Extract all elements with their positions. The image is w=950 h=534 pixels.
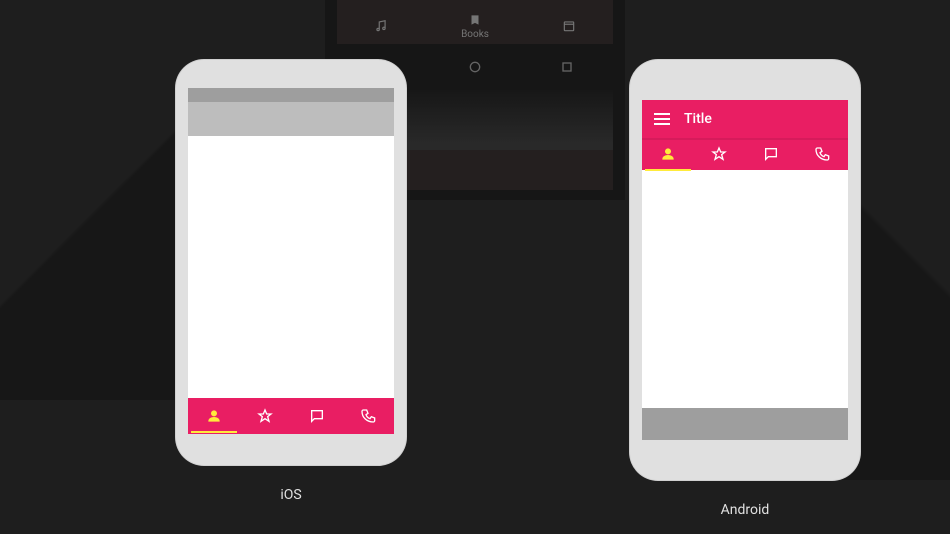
tab-message[interactable] — [762, 145, 780, 163]
tab-person[interactable] — [205, 407, 223, 425]
ios-status-bar — [188, 88, 394, 102]
ios-screen — [188, 88, 394, 429]
tab-phone[interactable] — [359, 407, 377, 425]
android-system-navbar — [642, 408, 848, 440]
tab-star[interactable] — [710, 145, 728, 163]
tab-person[interactable] — [659, 145, 677, 163]
ios-app-bar — [188, 102, 394, 136]
android-tab-bar — [642, 138, 848, 170]
background-tab-books-label: Books — [461, 29, 489, 40]
nav-home-icon — [466, 58, 484, 76]
background-tabbar: Books — [337, 8, 613, 44]
background-shape-left — [0, 120, 190, 400]
android-app-bar: Title — [642, 100, 848, 138]
android-device-label: Android — [721, 502, 770, 518]
android-screen: Title — [642, 100, 848, 440]
nav-recent-icon — [558, 58, 576, 76]
ios-bottom-tab-bar — [188, 398, 394, 434]
android-device-frame: Title Android — [630, 60, 860, 480]
tab-star[interactable] — [256, 407, 274, 425]
background-tab-calendar — [562, 19, 576, 33]
tab-phone[interactable] — [813, 145, 831, 163]
hamburger-menu-icon[interactable] — [654, 113, 670, 125]
ios-content-area — [188, 136, 394, 398]
tab-message[interactable] — [308, 407, 326, 425]
ios-device-label: iOS — [280, 487, 301, 503]
android-content-area — [642, 170, 848, 408]
background-tab-books: Books — [461, 13, 489, 40]
ios-device-frame: iOS — [176, 60, 406, 465]
android-appbar-title: Title — [684, 111, 712, 127]
background-tab-music — [374, 19, 388, 33]
